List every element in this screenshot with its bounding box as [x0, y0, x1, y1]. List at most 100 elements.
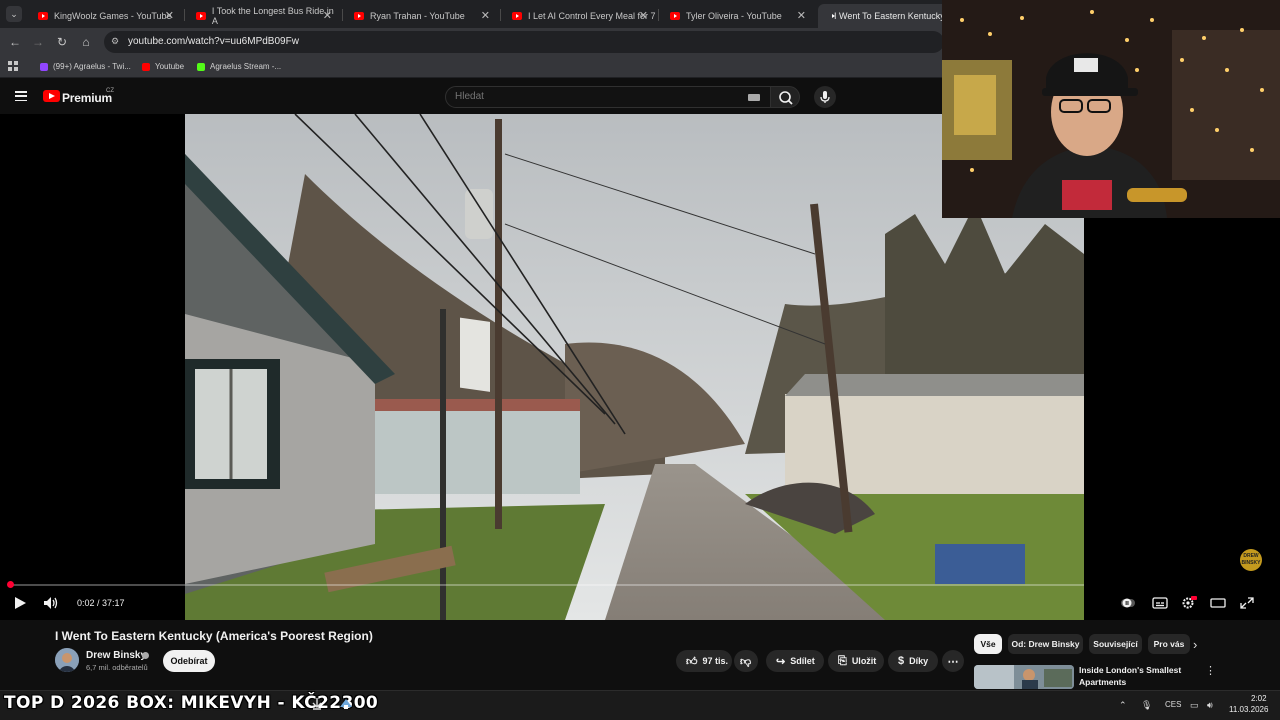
fullscreen-icon[interactable] [1239, 596, 1255, 610]
tab-divider [658, 9, 659, 21]
progress-bar[interactable] [8, 584, 1084, 586]
browser-tab[interactable]: Tyler Oliveira - YouTube ✕ [660, 4, 814, 28]
autoplay-toggle-icon[interactable] [1120, 596, 1136, 610]
close-icon[interactable]: ✕ [481, 9, 490, 22]
save-label: Uložit [851, 656, 877, 666]
subscriber-count: 6,7 mil. odběratelů [86, 663, 148, 672]
chip-related[interactable]: Související [1089, 634, 1142, 654]
youtube-favicon-icon [512, 12, 522, 20]
bookmark-label: (99+) Agraelus - Twi... [53, 62, 131, 71]
thanks-button[interactable]: $ Díky [888, 650, 938, 672]
search-button[interactable] [770, 86, 800, 108]
chevron-up-icon[interactable]: ⌃ [1119, 700, 1127, 711]
voice-search-button[interactable] [814, 86, 836, 108]
close-icon[interactable]: ✕ [165, 9, 174, 22]
dislike-button[interactable]: 👎︎ [734, 650, 758, 672]
tab-title: I Took the Longest Bus Ride in A [211, 6, 334, 26]
more-actions-button[interactable]: ⋯ [942, 650, 964, 672]
site-info-icon[interactable]: ⚙ [111, 36, 119, 47]
close-icon[interactable]: ✕ [323, 9, 332, 22]
channel-name[interactable]: Drew Binsky [86, 650, 146, 661]
tab-divider [500, 9, 501, 21]
thanks-label: Díky [909, 656, 929, 666]
bookmark-item[interactable]: Youtube [142, 62, 184, 71]
url-text[interactable]: youtube.com/watch?v=uu6MPdB09Fw [128, 36, 299, 47]
save-button[interactable]: ⎘ Uložit [828, 650, 884, 672]
youtube-logo-icon[interactable] [43, 90, 60, 102]
video-title: I Went To Eastern Kentucky (America's Po… [55, 629, 373, 643]
chip-for-you[interactable]: Pro vás [1148, 634, 1190, 654]
play-icon[interactable] [12, 596, 28, 610]
keyboard-icon[interactable] [748, 94, 760, 101]
like-button[interactable]: 👍︎ 97 tis. [676, 650, 732, 672]
volume-icon[interactable] [43, 596, 59, 610]
forward-arrow-icon[interactable]: → [30, 34, 46, 50]
theater-mode-icon[interactable] [1210, 596, 1226, 610]
scrubber-handle[interactable] [7, 581, 14, 588]
youtube-icon [142, 62, 150, 71]
close-icon[interactable]: ✕ [639, 9, 648, 22]
browser-tab[interactable]: I Took the Longest Bus Ride in A ✕ [186, 4, 340, 28]
kick-icon [197, 62, 205, 71]
microphone-tray-icon[interactable]: 🎙︎ [1141, 700, 1152, 711]
bookmark-label: Agraelus Stream -... [210, 62, 282, 71]
related-video-title[interactable]: Inside London's Smallest Apartments [1079, 664, 1194, 688]
bookmark-item[interactable]: Agraelus Stream -... [197, 62, 281, 71]
bookmark-item[interactable]: (99+) Agraelus - Twi... [40, 62, 131, 71]
subscribe-button[interactable]: Odebírat [163, 650, 215, 672]
premium-logo-text[interactable]: Premium [62, 91, 112, 105]
tab-divider [342, 9, 343, 21]
streamer-webcam-overlay [942, 0, 1280, 218]
home-icon[interactable]: ⌂ [78, 34, 94, 50]
channel-avatar[interactable] [55, 648, 79, 672]
chip-from-channel[interactable]: Od: Drew Binsky [1008, 634, 1083, 654]
verified-badge-icon [142, 652, 149, 659]
chip-all[interactable]: Vše [974, 634, 1002, 654]
search-input[interactable] [455, 91, 725, 102]
chevron-right-icon[interactable]: › [1193, 637, 1197, 652]
apps-grid-icon[interactable] [8, 61, 18, 71]
browser-tab[interactable]: Ryan Trahan - YouTube ✕ [344, 4, 498, 28]
thumbs-up-icon: 👍︎ [686, 655, 698, 668]
back-arrow-icon[interactable]: ← [7, 34, 23, 50]
clock-time[interactable]: 2:02 [1251, 694, 1267, 703]
display-icon[interactable]: ▭ [1190, 700, 1199, 711]
tab-title: Ryan Trahan - YouTube [370, 11, 465, 21]
tab-title: I Went To Eastern Kentucky (A [834, 11, 948, 21]
youtube-favicon-icon [354, 12, 364, 20]
webcam-image [942, 0, 1280, 218]
speaker-icon[interactable]: 🔊︎ [1207, 700, 1213, 711]
share-button[interactable]: ↪ Sdílet [766, 650, 824, 672]
subtitles-icon[interactable] [1152, 596, 1168, 610]
channel-watermark[interactable]: DREW BINSKY [1240, 549, 1262, 571]
clock-date[interactable]: 11.03.2026 [1229, 705, 1268, 714]
related-video-thumbnail[interactable] [974, 665, 1074, 689]
twitch-icon [40, 62, 48, 71]
settings-gear-icon[interactable] [1181, 596, 1197, 610]
language-indicator[interactable]: CES [1165, 700, 1181, 709]
browser-tab-active[interactable]: I Went To Eastern Kentucky (A [818, 4, 948, 28]
browser-tab[interactable]: KingWoolz Games - YouTube ✕ [28, 4, 182, 28]
region-code: CZ [106, 88, 114, 94]
tab-search-button[interactable]: ⌄ [6, 6, 22, 22]
youtube-favicon-icon [196, 12, 206, 20]
time-display: 0:02 / 37:17 [77, 598, 125, 608]
menu-icon[interactable] [15, 91, 27, 102]
bookmark-label: Youtube [155, 62, 185, 71]
reload-icon[interactable]: ↻ [54, 34, 70, 50]
steam-app-icon[interactable] [338, 697, 354, 713]
close-icon[interactable]: ✕ [797, 9, 806, 22]
browser-tab[interactable]: I Let AI Control Every Meal for 7 ✕ [502, 4, 656, 28]
tab-title: I Let AI Control Every Meal for 7 [528, 11, 656, 21]
share-label: Sdílet [790, 656, 815, 666]
more-horizontal-icon: ⋯ [947, 655, 959, 668]
youtube-favicon-icon [670, 12, 680, 20]
tab-title: KingWoolz Games - YouTube [54, 11, 172, 21]
microphone-icon [820, 91, 830, 103]
thumbs-down-icon: 👎︎ [740, 655, 752, 668]
more-vertical-icon[interactable]: ⋮ [1205, 664, 1216, 677]
like-count: 97 tis. [702, 656, 729, 666]
obs-app-icon[interactable] [311, 697, 323, 713]
bookmark-icon: ⎘ [838, 654, 847, 667]
youtube-favicon-icon [38, 12, 48, 20]
